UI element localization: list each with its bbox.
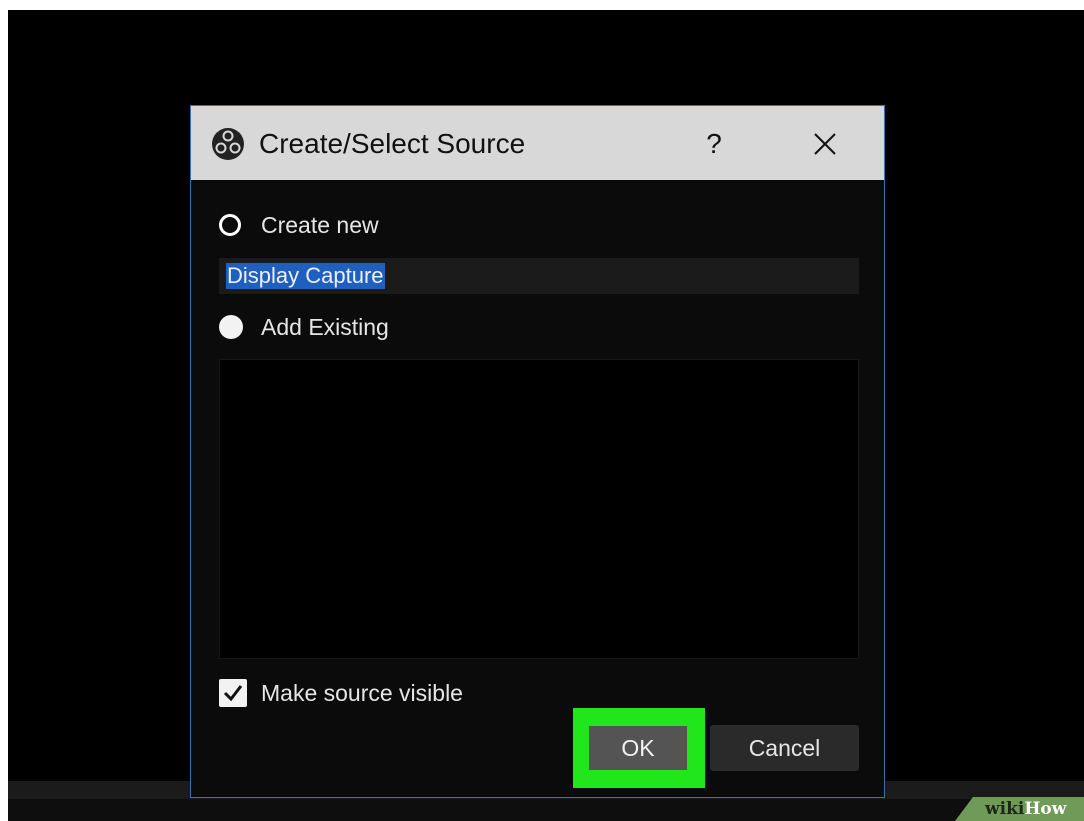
existing-sources-list[interactable]	[219, 359, 859, 659]
create-new-option[interactable]: Create new	[219, 208, 379, 242]
dialog-titlebar: Create/Select Source ?	[191, 106, 884, 180]
source-name-input[interactable]: Display Capture	[219, 258, 859, 294]
background-strip-lower	[8, 799, 1084, 821]
create-new-label: Create new	[261, 211, 379, 238]
watermark-logo: wikiHow	[985, 799, 1067, 819]
make-visible-checkbox[interactable]	[219, 679, 247, 707]
obs-logo-icon	[211, 127, 245, 161]
ok-button[interactable]: OK	[589, 726, 687, 770]
help-button[interactable]: ?	[696, 124, 732, 164]
close-button[interactable]	[803, 124, 847, 164]
make-visible-option[interactable]: Make source visible	[219, 676, 463, 710]
source-name-value: Display Capture	[226, 263, 385, 289]
add-existing-radio[interactable]	[219, 315, 243, 339]
checkmark-icon	[223, 685, 243, 702]
add-existing-label: Add Existing	[261, 313, 389, 340]
add-existing-option[interactable]: Add Existing	[219, 310, 389, 344]
dialog-title: Create/Select Source	[259, 128, 526, 159]
create-select-source-dialog: Create/Select Source ? Create new Displa…	[190, 105, 885, 798]
cancel-button[interactable]: Cancel	[710, 725, 859, 771]
close-icon	[803, 133, 847, 168]
create-new-radio[interactable]	[219, 214, 241, 236]
make-visible-label: Make source visible	[261, 679, 463, 706]
